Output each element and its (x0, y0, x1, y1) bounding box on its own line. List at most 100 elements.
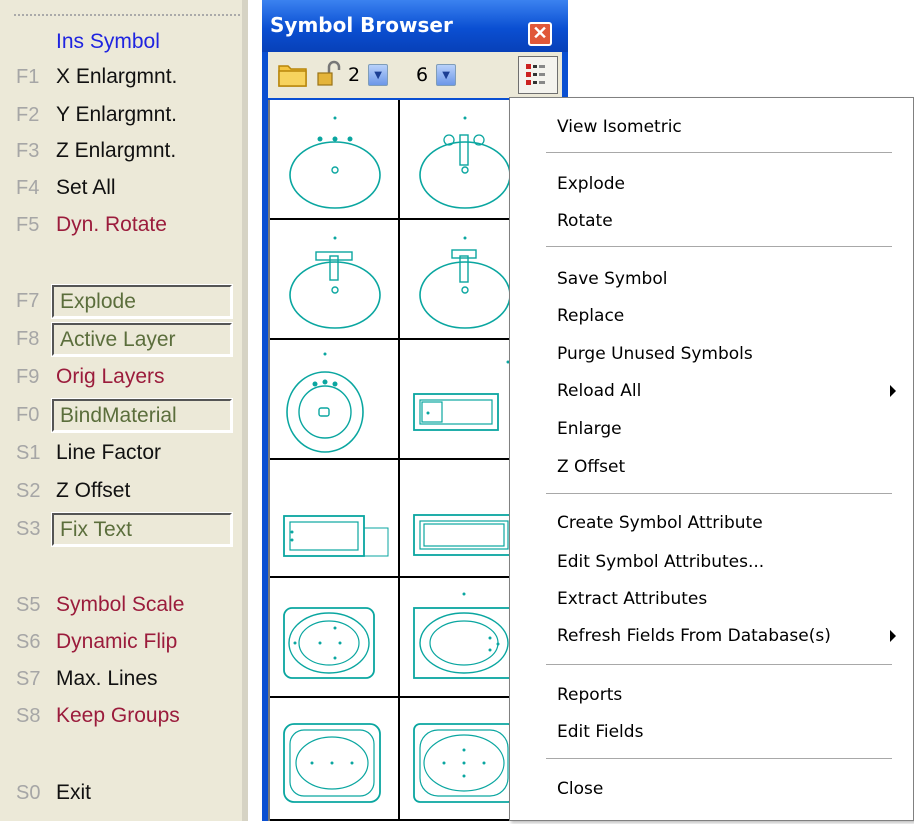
fkey-label: X Enlargmnt. (56, 65, 178, 88)
fkey-code: F2 (16, 103, 40, 126)
fkey-s7[interactable]: S7 Max. Lines (16, 662, 158, 696)
sink-basin (419, 261, 511, 329)
fixture-dot (310, 761, 314, 765)
tub-outline (419, 399, 493, 425)
menu-item-explode[interactable]: Explode (557, 174, 625, 194)
drain (461, 286, 469, 294)
menu-item-close[interactable]: Close (557, 779, 603, 799)
menu-item-refresh-fields-from-database-s[interactable]: Refresh Fields From Database(s) (557, 626, 831, 646)
drain (331, 166, 339, 174)
fkey-code: F3 (16, 139, 40, 162)
fkey-label: Max. Lines (56, 667, 158, 690)
menu-item-create-symbol-attribute[interactable]: Create Symbol Attribute (557, 513, 763, 533)
rows-select[interactable]: 6 ▼ (416, 62, 457, 88)
fixture-dot (442, 761, 446, 765)
fkey-f1[interactable]: F1 X Enlargmnt. (16, 60, 177, 94)
symbol-cell-bathtub-oval[interactable] (270, 578, 400, 698)
fkey-code: F7 (16, 289, 40, 312)
unlock-icon[interactable] (316, 60, 342, 88)
fixture-dot (462, 592, 466, 596)
fkey-label: Symbol Scale (56, 593, 185, 616)
options-menu-button[interactable] (518, 56, 558, 94)
submenu-arrow-icon (890, 630, 896, 642)
fkey-label: Exit (56, 781, 92, 804)
fixture-dot (332, 381, 338, 387)
columns-select[interactable]: 2 ▼ (348, 62, 389, 88)
bathtub-small-icon (283, 515, 389, 557)
fkey-s1[interactable]: S1 Line Factor (16, 436, 161, 470)
menu-item-enlarge[interactable]: Enlarge (557, 419, 622, 439)
folder-icon[interactable] (278, 60, 308, 88)
chevron-down-icon[interactable]: ▼ (368, 64, 389, 86)
drain (461, 166, 469, 174)
fkey-s8[interactable]: S8 Keep Groups (16, 699, 180, 733)
fixture-dot (462, 774, 466, 778)
symbol-cell-sink-round[interactable] (270, 340, 400, 460)
tub-outline (451, 249, 477, 259)
menu-separator (546, 664, 892, 665)
fkey-s6[interactable]: S6 Dynamic Flip (16, 625, 177, 659)
menu-item-reload-all[interactable]: Reload All (557, 381, 641, 401)
symbol-cell-sink-oval-double-tap[interactable] (270, 220, 400, 340)
fixture-dot (322, 379, 328, 385)
menu-item-replace[interactable]: Replace (557, 306, 624, 326)
function-key-panel: Ins Symbol F1 X Enlargmnt. F2 Y Enlargmnt. F… (0, 0, 248, 821)
fkey-label: Explode (51, 283, 233, 319)
fkey-code: S6 (16, 630, 41, 653)
panel-grip[interactable] (14, 14, 240, 16)
fixture-dot (426, 411, 430, 415)
fixture-dot (462, 748, 466, 752)
fkey-code: F1 (16, 65, 40, 88)
fkey-label: Orig Layers (56, 365, 165, 388)
menu-item-extract-attributes[interactable]: Extract Attributes (557, 589, 707, 609)
chevron-down-icon[interactable]: ▼ (436, 64, 457, 86)
tub-outline (459, 134, 469, 166)
menu-item-purge-unused-symbols[interactable]: Purge Unused Symbols (557, 344, 753, 364)
fkey-s2[interactable]: S2 Z Offset (16, 474, 130, 508)
symbol-cell-sink-oval-three-holes[interactable] (270, 100, 400, 220)
fkey-f9[interactable]: F9 Orig Layers (16, 360, 165, 394)
fkey-code: F4 (16, 176, 40, 199)
fkey-label: Z Offset (56, 479, 131, 502)
sink-basin (289, 141, 381, 209)
symbol-cell-bathtub-small[interactable] (270, 460, 400, 578)
symbol-cell-bathtub-oval-double[interactable] (270, 698, 400, 821)
fkey-f5[interactable]: F5 Dyn. Rotate (16, 208, 167, 242)
fkey-s5[interactable]: S5 Symbol Scale (16, 588, 184, 622)
fkey-label: Z Enlargmnt. (56, 139, 177, 162)
fkey-label: Active Layer (51, 321, 233, 357)
columns-value: 2 (348, 64, 361, 86)
fkey-f3[interactable]: F3 Z Enlargmnt. (16, 134, 176, 168)
fkey-code: S5 (16, 593, 41, 616)
fkey-code: F5 (16, 213, 40, 236)
menu-item-view-isometric[interactable]: View Isometric (557, 117, 682, 137)
menu-item-edit-fields[interactable]: Edit Fields (557, 722, 643, 742)
title-bar[interactable]: Symbol Browser ✕ (262, 0, 568, 52)
tub-basin (288, 612, 370, 674)
fkey-f4[interactable]: F4 Set All (16, 171, 116, 205)
fixture-dot (330, 761, 334, 765)
fkey-f2[interactable]: F2 Y Enlargmnt. (16, 98, 177, 132)
fkey-f0[interactable]: F0 BindMaterial (16, 397, 233, 433)
tub-outline (289, 521, 359, 551)
ins-symbol-header: Ins Symbol (56, 25, 160, 59)
fkey-s0[interactable]: S0 Exit (16, 776, 91, 810)
fkey-label: BindMaterial (51, 397, 233, 433)
close-button[interactable]: ✕ (528, 22, 552, 46)
tub-outline (419, 520, 509, 550)
menu-item-edit-symbol-attributes[interactable]: Edit Symbol Attributes... (557, 552, 764, 572)
fkey-f7[interactable]: F7 Explode (16, 283, 233, 319)
menu-item-save-symbol[interactable]: Save Symbol (557, 269, 667, 289)
menu-item-reports[interactable]: Reports (557, 685, 622, 705)
tub-outline (363, 527, 389, 557)
menu-item-rotate[interactable]: Rotate (557, 211, 613, 231)
fkey-s3[interactable]: S3 Fix Text (16, 511, 233, 547)
fixture-dot (290, 530, 294, 534)
fkey-label: Set All (56, 176, 116, 199)
fkey-f8[interactable]: F8 Active Layer (16, 321, 233, 357)
fixture-dot (332, 136, 338, 142)
tub-basin (298, 620, 360, 666)
menu-item-z-offset[interactable]: Z Offset (557, 457, 625, 477)
fixture-dot (317, 136, 323, 142)
window-title: Symbol Browser (270, 13, 453, 37)
